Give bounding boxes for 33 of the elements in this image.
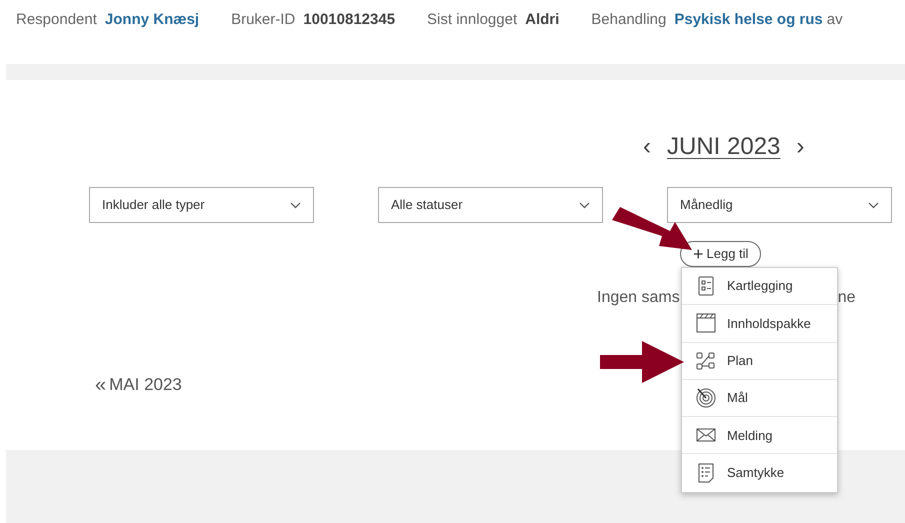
dropdown[interactable]: Månedlig — [667, 187, 892, 223]
field-label: Bruker-ID — [231, 11, 296, 28]
next-button[interactable]: › — [796, 129, 804, 165]
checklist-icon — [696, 276, 716, 296]
menu-item[interactable]: Mål — [682, 380, 837, 418]
empty-message: Ingen sams — [597, 288, 680, 308]
previous-month-link[interactable]: «MAI 2023 — [95, 372, 182, 398]
dropdown[interactable]: Inkluder alle typer — [89, 187, 314, 223]
add-button[interactable]: + Legg til — [680, 241, 762, 267]
nodes-icon — [696, 350, 716, 371]
menu-item[interactable]: Innholdspakke — [682, 305, 837, 343]
field-value: 10010812345 — [303, 11, 396, 28]
chevron-down-icon — [579, 202, 590, 208]
menu-item[interactable]: Samtykke — [682, 454, 837, 492]
previous-button[interactable]: ‹ — [643, 129, 651, 165]
month-title[interactable]: JUNI 2023 — [667, 129, 780, 165]
chevron-down-icon — [868, 202, 879, 208]
menu-item[interactable]: Melding — [682, 417, 837, 454]
chevron-down-icon — [290, 202, 301, 208]
field-label: Sist innlogget — [427, 11, 518, 28]
document-list-icon — [696, 463, 716, 484]
empty-message: ne — [838, 288, 856, 308]
dropdown[interactable]: Alle statuser — [378, 187, 603, 223]
target-icon — [696, 388, 716, 408]
field-label: av — [826, 11, 843, 28]
field-link[interactable]: Psykisk helse og rus — [674, 11, 823, 28]
field-label: Respondent — [16, 11, 97, 28]
menu-item[interactable]: Plan — [682, 342, 837, 380]
field-label: Behandling — [591, 11, 666, 28]
field-link[interactable]: Jonny Knæsj — [104, 11, 200, 28]
clapperboard-icon — [696, 313, 716, 334]
menu-item[interactable]: Kartlegging — [682, 268, 837, 306]
field-value: Aldri — [525, 11, 560, 28]
